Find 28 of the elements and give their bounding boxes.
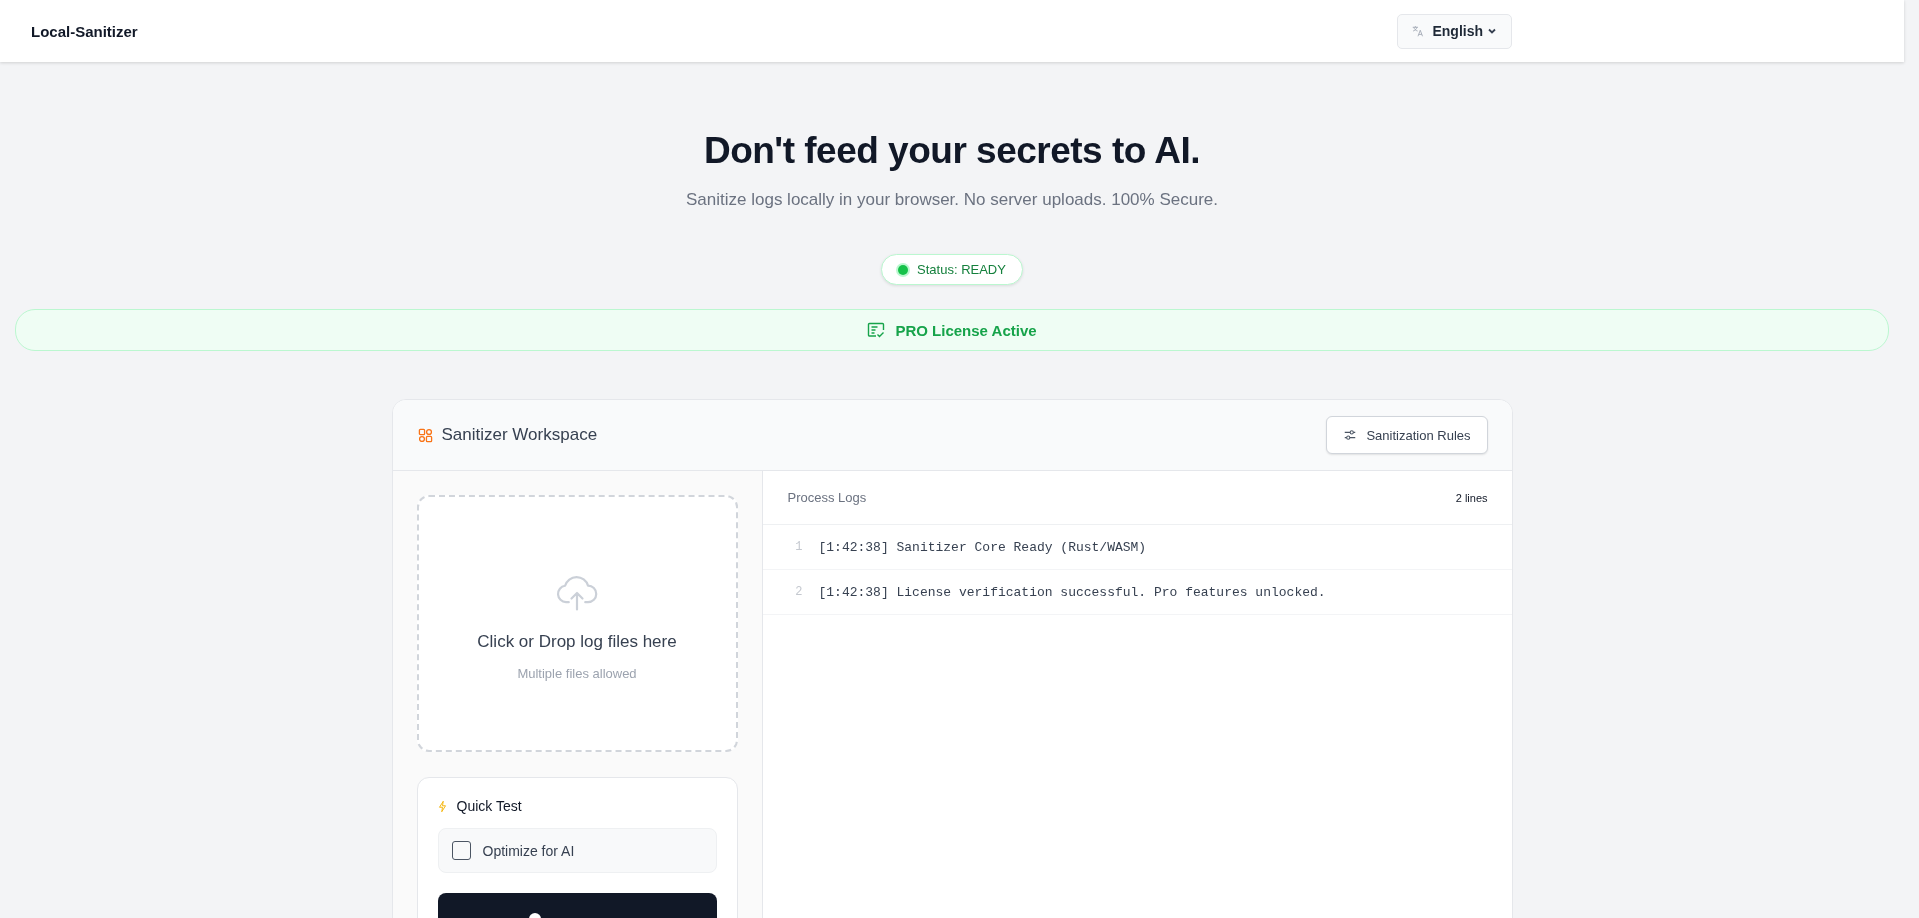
status-text: Status: READY [917, 262, 1006, 277]
sanitization-rules-button[interactable]: Sanitization Rules [1326, 416, 1488, 454]
license-icon [867, 322, 886, 338]
line-count: 2 lines [1455, 491, 1488, 504]
dropzone-title: Click or Drop log files here [477, 632, 677, 652]
hero-title: Don't feed your secrets to AI. [703, 130, 1201, 172]
file-dropzone[interactable]: Click or Drop log files here Multiple files allowed [416, 495, 738, 752]
language-selector[interactable]: English [1397, 13, 1512, 49]
license-text: PRO License Active [895, 321, 1037, 339]
cloud-upload-icon [555, 574, 599, 612]
translate-icon [1412, 25, 1425, 37]
dropzone-hint: Multiple files allowed [517, 666, 637, 681]
line-number: 1 [794, 540, 804, 554]
lightning-icon [437, 799, 447, 813]
quick-test-title: Quick Test [456, 798, 522, 814]
option-label: Optimize for AI [482, 842, 575, 859]
chevron-down-icon [1487, 26, 1497, 36]
line-number: 2 [794, 585, 804, 599]
option-row[interactable]: Optimize for AI [437, 828, 717, 873]
hero-subtitle: Sanitize logs locally in your browser. No server uploads. 100% Secure. [686, 190, 1218, 210]
log-line: [1:42:38] Sanitizer Core Ready (Rust/WASM) [818, 539, 1147, 555]
brand-name[interactable]: Local-Sanitizer [31, 22, 138, 40]
workspace-icon [417, 427, 433, 443]
log-line: [1:42:38] License verification successful. Pro features unlocked. [818, 584, 1326, 600]
workspace-title: Sanitizer Workspace [441, 425, 598, 445]
sliders-icon [1343, 428, 1358, 442]
checkbox[interactable] [451, 841, 471, 860]
logs-title: Process Logs [787, 490, 867, 505]
